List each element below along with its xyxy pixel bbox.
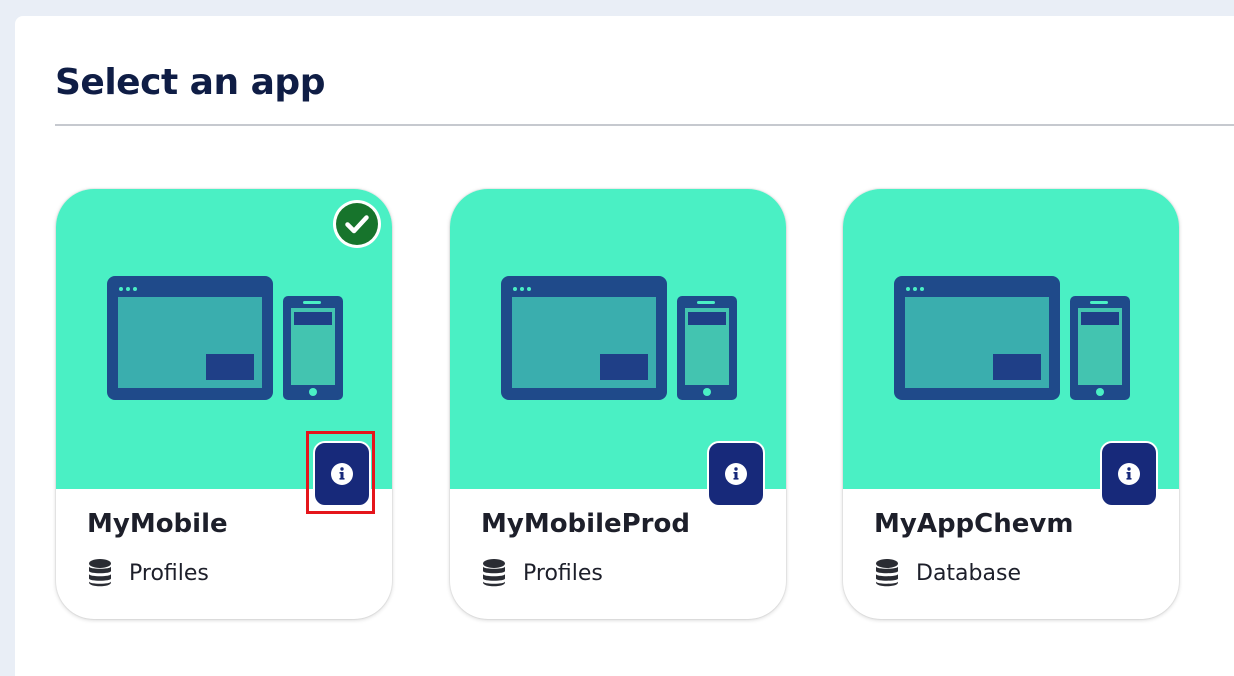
selected-check-icon[interactable] [333,200,381,248]
app-name: MyMobile [87,509,228,539]
title-divider [55,124,1234,126]
info-icon [331,463,353,485]
devices-illustration-icon [501,276,737,400]
app-card-mymobile[interactable]: MyMobile Profiles [56,189,392,619]
app-type-label: Profiles [523,560,603,586]
database-icon [87,559,113,587]
info-button[interactable] [313,441,371,507]
database-icon [481,559,507,587]
app-type-label: Database [916,560,1021,586]
info-button[interactable] [707,441,765,507]
app-name: MyAppChevm [874,509,1074,539]
app-type-label: Profiles [129,560,209,586]
app-selection-panel: Select an app MyMobile Profiles MyMobile… [15,16,1234,676]
app-type: Database [874,559,1021,587]
database-icon [874,559,900,587]
app-type: Profiles [87,559,209,587]
app-type: Profiles [481,559,603,587]
page-title: Select an app [55,62,325,103]
devices-illustration-icon [107,276,343,400]
app-card-myappchevm[interactable]: MyAppChevm Database [843,189,1179,619]
info-icon [725,463,747,485]
app-card-mymobileprod[interactable]: MyMobileProd Profiles [450,189,786,619]
app-name: MyMobileProd [481,509,690,539]
info-icon [1118,463,1140,485]
info-button[interactable] [1100,441,1158,507]
devices-illustration-icon [894,276,1130,400]
